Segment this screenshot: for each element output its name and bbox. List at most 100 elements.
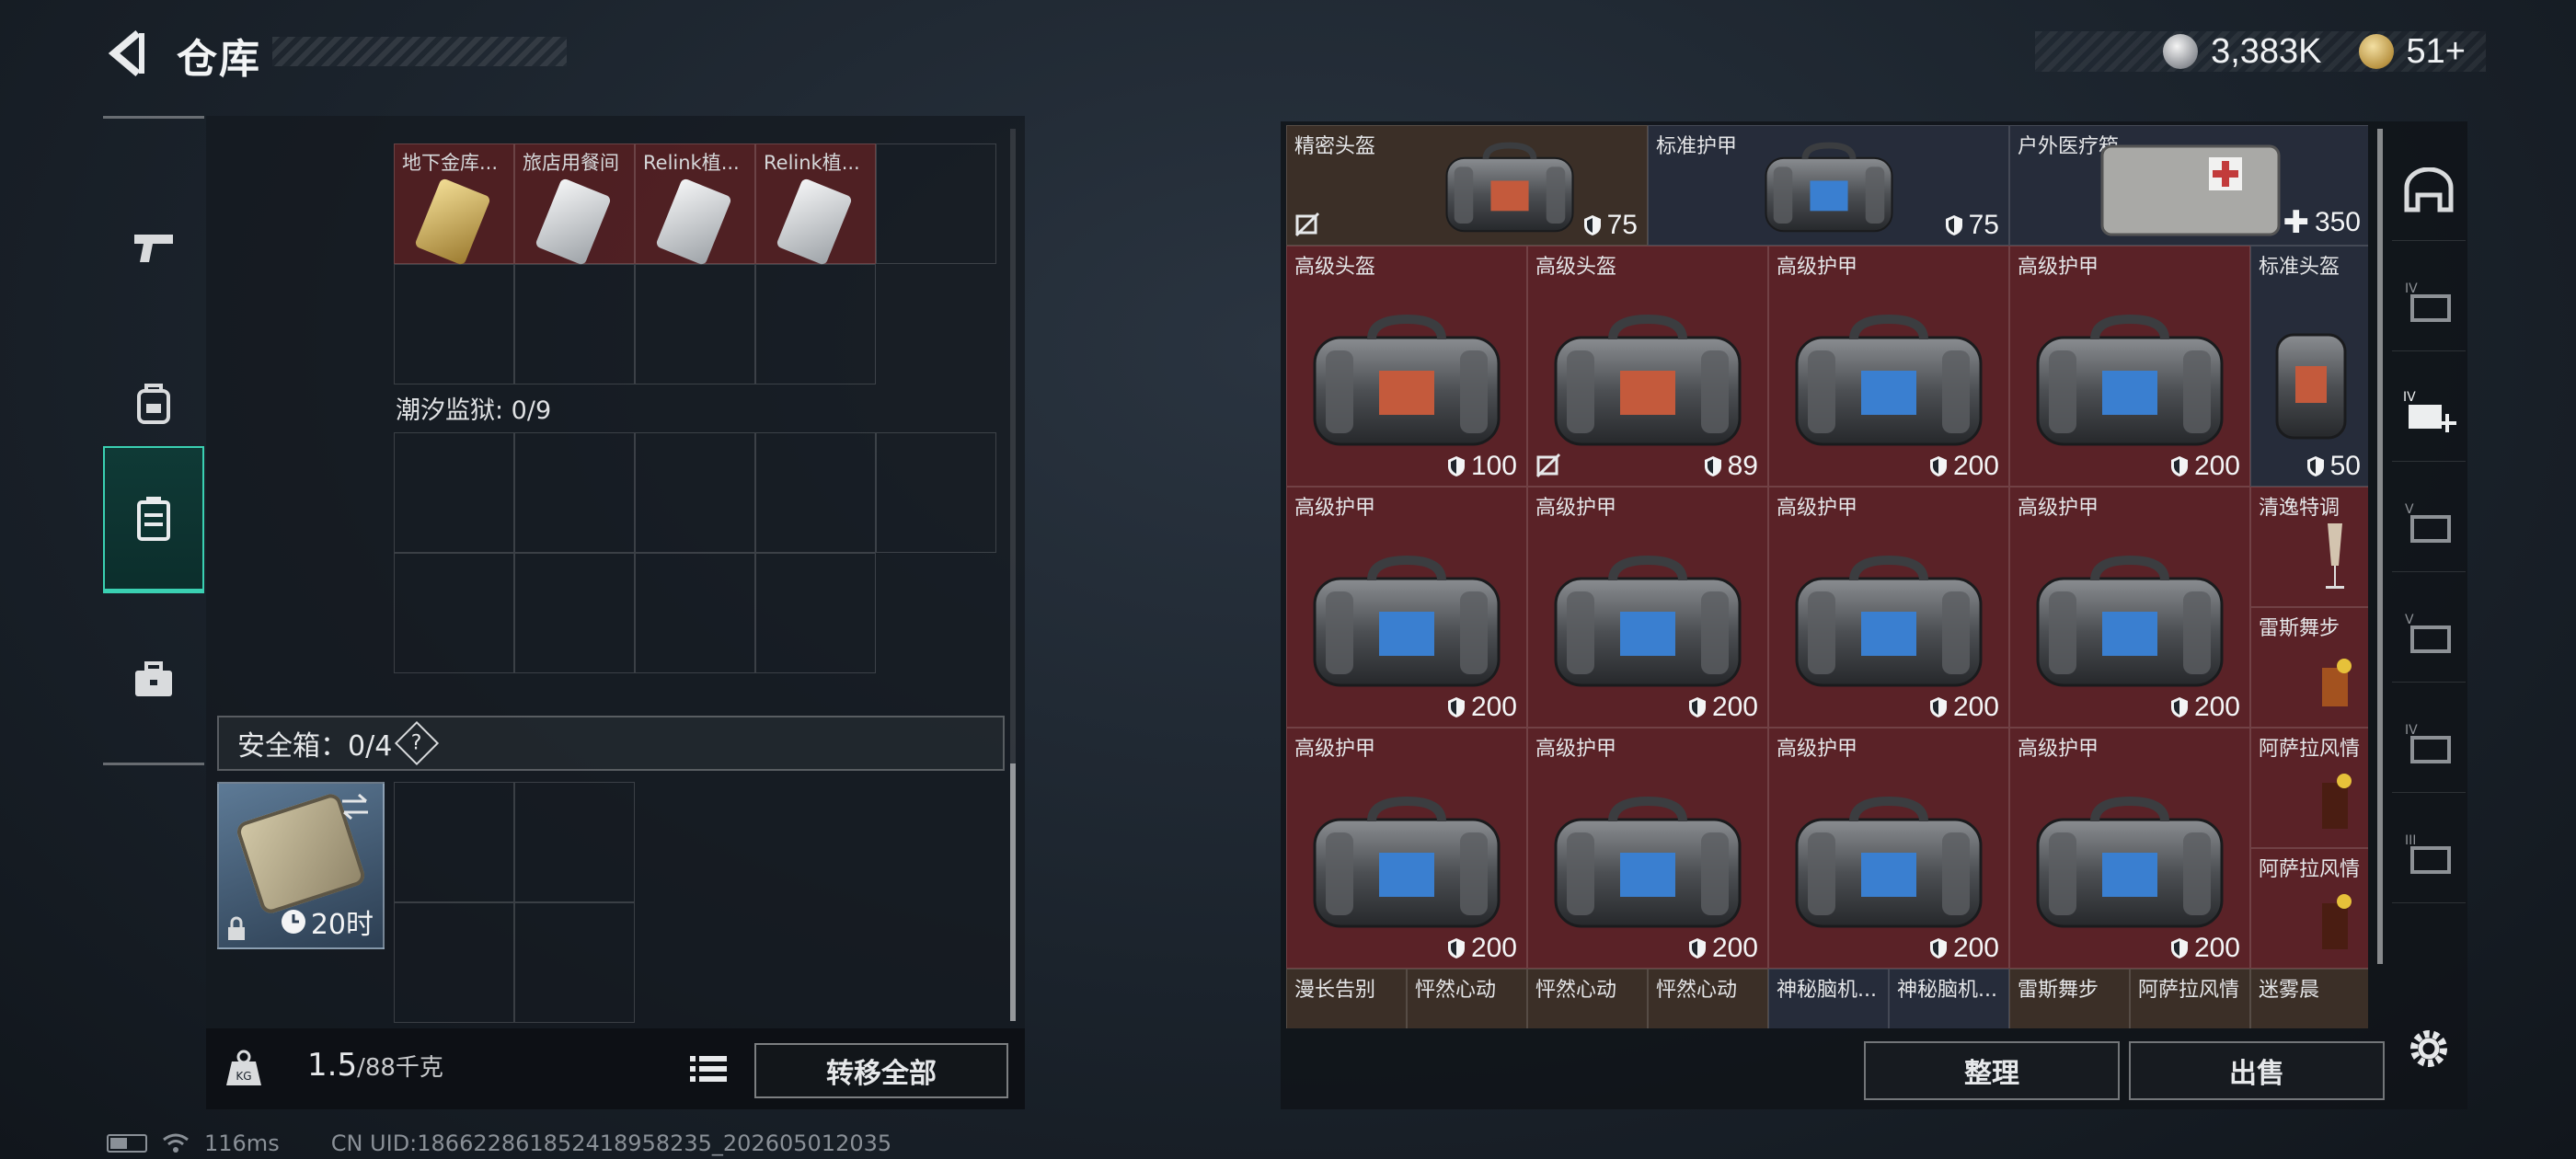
container-icon xyxy=(137,496,170,541)
stash-v-icon: V xyxy=(2405,613,2451,653)
stash-item-armor[interactable]: 标准护甲 75 xyxy=(1648,125,2009,246)
shield-icon xyxy=(2170,938,2188,958)
grid-slot-empty[interactable] xyxy=(514,432,635,553)
item-name: 神秘脑机... xyxy=(1897,979,1997,1002)
armor-bag-icon xyxy=(1307,796,1506,930)
stash-item-small[interactable]: 怦然心动 xyxy=(1648,969,1768,1028)
stash-item-armor[interactable]: 高级护甲 200 xyxy=(2009,246,2250,487)
grid-slot-empty[interactable] xyxy=(635,432,755,553)
helmet-bag-icon xyxy=(1307,314,1506,448)
list-view-button[interactable] xyxy=(686,1049,730,1089)
tab-stash-page[interactable]: IV xyxy=(2392,692,2466,793)
stash-item-armor[interactable]: 高级护甲 200 xyxy=(2009,728,2250,969)
stash-item-small[interactable]: 神秘脑机... xyxy=(1768,969,1889,1028)
stash-item-armor[interactable]: 高级护甲 200 xyxy=(1286,487,1527,728)
sort-button[interactable]: 整理 xyxy=(1864,1041,2120,1100)
settings-gear-icon[interactable] xyxy=(2403,1023,2455,1074)
stash-item-drink[interactable]: 清逸特调 xyxy=(2250,487,2368,607)
item-name: 标准头盔 xyxy=(2259,256,2340,279)
safebox-item[interactable]: 20时 xyxy=(217,782,385,949)
armor-bag-icon xyxy=(1789,796,1988,930)
tab-stash-page[interactable]: III xyxy=(2392,802,2466,903)
stash-item-helmet[interactable]: 精密头盔 75 xyxy=(1286,125,1648,246)
item-name: 雷斯舞步 xyxy=(2259,617,2340,640)
tab-stash-page[interactable]: IV xyxy=(2392,250,2466,351)
grid-slot-empty[interactable] xyxy=(394,902,514,1023)
item-name: 高级护甲 xyxy=(2018,256,2099,279)
shield-icon xyxy=(1688,938,1706,958)
swap-icon[interactable] xyxy=(339,793,372,820)
grid-slot-empty[interactable] xyxy=(514,782,635,902)
shield-icon xyxy=(2170,456,2188,476)
tab-briefcase[interactable] xyxy=(103,606,204,753)
grid-slot-empty[interactable] xyxy=(394,782,514,902)
cocktail-icon xyxy=(2322,894,2352,949)
stash-item-drink[interactable]: 阿萨拉风情 xyxy=(2250,728,2368,848)
stash-item-armor[interactable]: 高级护甲 200 xyxy=(1768,728,2009,969)
item-heal-value: ✚ 350 xyxy=(2283,204,2361,241)
transfer-all-button[interactable]: 转移全部 xyxy=(754,1043,1008,1098)
stash-item-helmet[interactable]: 标准头盔 50 xyxy=(2250,246,2368,487)
item-name: 高级护甲 xyxy=(1777,256,1858,279)
stash-item-armor[interactable]: 高级护甲 200 xyxy=(1286,728,1527,969)
stash-item-helmet[interactable]: 高级头盔 89 xyxy=(1527,246,1768,487)
gold-currency-value: 51+ xyxy=(2406,31,2466,71)
stash-scrollbar[interactable] xyxy=(2377,129,2383,964)
help-icon[interactable]: ? xyxy=(395,720,440,766)
stash-item-small[interactable]: 迷雾晨 xyxy=(2250,969,2368,1028)
grid-slot-empty[interactable] xyxy=(394,264,514,384)
left-scrollbar-thumb[interactable] xyxy=(1010,763,1016,1021)
stash-item-small[interactable]: 雷斯舞步 xyxy=(2009,969,2130,1028)
safebox-timer-text: 20时 xyxy=(310,909,374,941)
tab-container[interactable] xyxy=(103,446,204,593)
stash-item-drink[interactable]: 雷斯舞步 xyxy=(2250,607,2368,728)
stash-grid: 精密头盔 75 标准护甲 75 户外医疗箱 ✚ 350 高级头盔 100 高级头盔… xyxy=(1286,125,2368,1028)
grid-slot-empty[interactable] xyxy=(394,553,514,673)
stash-item-small[interactable]: 阿萨拉风情 xyxy=(2130,969,2250,1028)
grid-slot-empty[interactable] xyxy=(755,553,876,673)
backpack-icon xyxy=(137,384,170,424)
stash-item-small[interactable]: 神秘脑机... xyxy=(1889,969,2009,1028)
grid-slot-item[interactable]: Relink植... xyxy=(755,143,876,266)
grid-slot-empty[interactable] xyxy=(755,432,876,553)
helmet-bag-icon xyxy=(1441,142,1579,234)
stash-item-drink[interactable]: 阿萨拉风情 xyxy=(2250,848,2368,969)
stash-item-armor[interactable]: 高级护甲 200 xyxy=(1527,487,1768,728)
battery-icon xyxy=(107,1134,147,1153)
left-scrollbar-track[interactable] xyxy=(1010,129,1016,763)
tab-stash-page-add[interactable]: IV xyxy=(2392,361,2466,462)
grid-slot-empty[interactable] xyxy=(514,902,635,1023)
tab-stash-page[interactable]: V xyxy=(2392,471,2466,572)
stash-item-armor[interactable]: 高级护甲 200 xyxy=(1768,246,2009,487)
grid-slot-empty[interactable] xyxy=(514,553,635,673)
stash-item-medkit[interactable]: 户外医疗箱 ✚ 350 xyxy=(2009,125,2368,246)
grid-slot-empty[interactable] xyxy=(514,264,635,384)
stash-item-armor[interactable]: 高级护甲 200 xyxy=(1527,728,1768,969)
grid-slot-empty[interactable] xyxy=(755,264,876,384)
back-button[interactable] xyxy=(103,28,155,79)
tab-bunker[interactable] xyxy=(2392,140,2466,241)
silver-currency-value: 3,383K xyxy=(2211,31,2322,71)
stash-item-small[interactable]: 漫长告别 xyxy=(1286,969,1407,1028)
grid-slot-empty[interactable] xyxy=(635,264,755,384)
grid-slot-empty[interactable] xyxy=(876,432,996,553)
stash-item-armor[interactable]: 高级护甲 200 xyxy=(2009,487,2250,728)
stash-item-helmet[interactable]: 高级头盔 100 xyxy=(1286,246,1527,487)
sell-button[interactable]: 出售 xyxy=(2129,1041,2385,1100)
tab-stash-page[interactable]: V xyxy=(2392,581,2466,683)
grid-slot-item[interactable]: Relink植... xyxy=(635,143,755,266)
item-name: 高级护甲 xyxy=(1535,497,1617,520)
grid-slot-empty[interactable] xyxy=(876,143,996,264)
gold-coin-icon xyxy=(2358,34,2394,69)
grid-slot-empty[interactable] xyxy=(394,432,514,553)
grid-slot-empty[interactable] xyxy=(635,553,755,673)
grid-slot-item[interactable]: 地下金库... xyxy=(394,143,514,266)
stash-item-armor[interactable]: 高级护甲 200 xyxy=(1768,487,2009,728)
item-durability: 75 xyxy=(1583,210,1638,241)
grid-slot-item[interactable]: 旅店用餐间 xyxy=(514,143,635,266)
durability-value: 200 xyxy=(1470,933,1517,963)
stash-item-small[interactable]: 怦然心动 xyxy=(1527,969,1648,1028)
armor-bag-icon xyxy=(1548,796,1747,930)
tab-weapons[interactable] xyxy=(103,174,204,321)
stash-item-small[interactable]: 怦然心动 xyxy=(1407,969,1527,1028)
